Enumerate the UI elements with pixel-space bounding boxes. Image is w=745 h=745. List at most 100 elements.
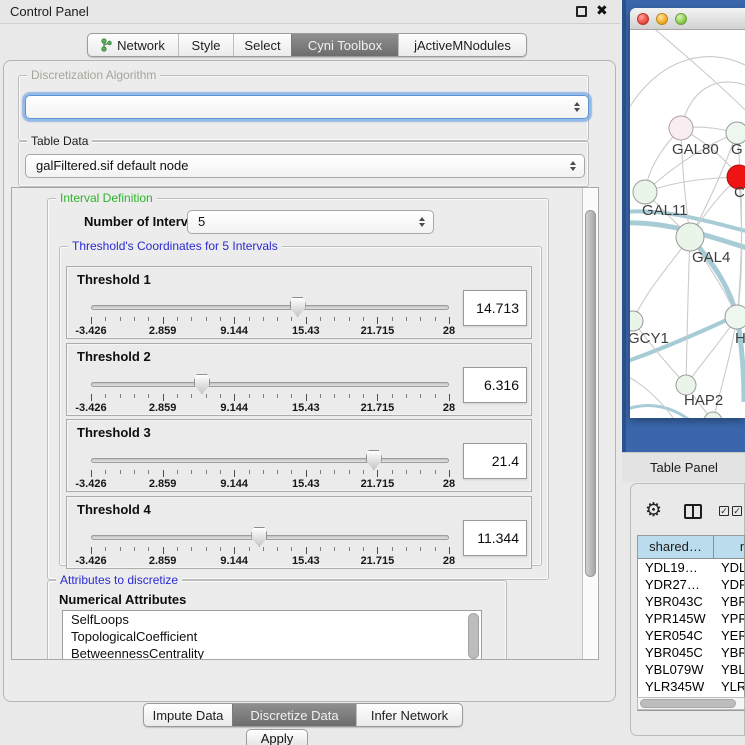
network-node-label: GAL80 xyxy=(672,141,719,158)
table-row[interactable]: YBL079WYBL0 xyxy=(638,661,744,678)
column-header[interactable]: n xyxy=(714,536,745,559)
checkbox-icon[interactable]: ✓ xyxy=(719,506,729,516)
tick-label: 2.859 xyxy=(149,325,177,337)
tick-label: 28 xyxy=(443,402,455,414)
tab-style[interactable]: Style xyxy=(178,34,233,56)
table-row[interactable]: YBR045CYBR0 xyxy=(638,644,744,661)
column-header[interactable]: shared… xyxy=(638,536,714,559)
slider-ticks xyxy=(91,470,449,478)
apply-button[interactable]: Apply xyxy=(246,729,308,745)
threshold-label: Threshold 4 xyxy=(77,502,151,517)
slider-track[interactable] xyxy=(91,458,449,463)
threshold-value-field[interactable]: 14.713 xyxy=(463,290,527,326)
close-icon[interactable]: ✖ xyxy=(596,2,608,19)
control-panel-title: Control Panel xyxy=(10,4,89,19)
attribute-list-item[interactable]: SelfLoops xyxy=(63,611,481,628)
slider-track[interactable] xyxy=(91,382,449,387)
slider-thumb[interactable] xyxy=(194,374,210,394)
table-cell: YBR043C xyxy=(638,593,714,610)
network-canvas[interactable]: GAL80GCGAL11GAL4GCY1HHAP2 xyxy=(630,30,745,418)
bottom-tab-infer-network[interactable]: Infer Network xyxy=(356,704,462,726)
discretization-algorithm-group-label: Discretization Algorithm xyxy=(27,68,160,82)
algorithm-combobox[interactable] xyxy=(25,95,589,119)
numerical-attributes-list[interactable]: SelfLoopsTopologicalCoefficientBetweenne… xyxy=(62,610,482,660)
table-row[interactable]: YLR345WYLR3 xyxy=(638,678,744,695)
network-edge[interactable] xyxy=(737,133,742,317)
tab-label: Style xyxy=(192,38,221,53)
tab-select[interactable]: Select xyxy=(233,34,291,56)
network-edge-highlighted[interactable] xyxy=(630,406,692,418)
tab-cyni-toolbox[interactable]: Cyni Toolbox xyxy=(291,34,398,56)
network-node-gcy1[interactable] xyxy=(630,311,643,331)
slider-thumb[interactable] xyxy=(251,527,267,547)
network-node-gal11[interactable] xyxy=(633,180,657,204)
window-close-traffic-icon[interactable] xyxy=(637,13,649,25)
network-edge[interactable] xyxy=(686,237,690,385)
attribute-list-item[interactable]: BetweennessCentrality xyxy=(63,645,481,660)
table-cell: YDL1 xyxy=(714,559,745,576)
tab-label: Network xyxy=(117,38,165,53)
number-of-intervals-combobox[interactable]: 5 xyxy=(187,210,434,234)
table-cell: YPR145W xyxy=(638,610,714,627)
window-zoom-traffic-icon[interactable] xyxy=(675,13,687,25)
slider-thumb[interactable] xyxy=(290,297,306,317)
network-node-label: G xyxy=(731,141,743,158)
vertical-scrollbar-thumb[interactable] xyxy=(585,210,596,577)
slider-thumb[interactable] xyxy=(366,450,382,470)
slider-track[interactable] xyxy=(91,535,449,540)
table-data-value: galFiltered.sif default node xyxy=(36,155,188,177)
combo-arrows-icon xyxy=(574,102,580,112)
threshold-value-field[interactable]: 6.316 xyxy=(463,367,527,403)
list-scrollbar-thumb[interactable] xyxy=(468,613,479,659)
table-cell: YBR0 xyxy=(714,593,745,610)
table-row[interactable]: YPR145WYPR1 xyxy=(638,610,744,627)
table-row[interactable]: YDL19…YDL1 xyxy=(638,559,744,576)
horizontal-scrollbar[interactable] xyxy=(637,697,745,710)
bottom-tab-discretize-data[interactable]: Discretize Data xyxy=(232,704,356,726)
network-node-gal4[interactable] xyxy=(676,223,704,251)
threshold-value-field[interactable]: 11.344 xyxy=(463,520,527,556)
split-columns-icon[interactable] xyxy=(684,504,702,519)
tick-label: 2.859 xyxy=(149,555,177,567)
table-row[interactable]: YBR043CYBR0 xyxy=(638,593,744,610)
network-edge[interactable] xyxy=(633,237,690,321)
network-node-label: GAL4 xyxy=(692,249,730,266)
bottom-tab-impute-data[interactable]: Impute Data xyxy=(144,704,232,726)
attribute-list-item[interactable]: TopologicalCoefficient xyxy=(63,628,481,645)
network-edge[interactable] xyxy=(630,375,675,418)
control-panel-tab-bar: Network Style Select Cyni Toolbox jActiveMNo… xyxy=(87,33,527,57)
threshold-panel-3: Threshold 3-3.4262.8599.14415.4321.71528… xyxy=(66,419,532,492)
gear-icon[interactable]: ⚙ xyxy=(645,501,662,520)
tab-label: Cyni Toolbox xyxy=(308,38,382,53)
table-cell: YLR3 xyxy=(714,678,745,695)
tab-label: Discretize Data xyxy=(250,708,338,723)
slider-tick-labels: -3.4262.8599.14415.4321.71528 xyxy=(91,555,449,567)
slider-ticks xyxy=(91,394,449,402)
slider-tick-labels: -3.4262.8599.14415.4321.71528 xyxy=(91,478,449,490)
tab-jactivemnodules[interactable]: jActiveMNodules xyxy=(398,34,526,56)
slider-track[interactable] xyxy=(91,305,449,310)
checkbox-icon[interactable]: ✓ xyxy=(732,506,742,516)
tick-label: 28 xyxy=(443,478,455,490)
threshold-value-field[interactable]: 21.4 xyxy=(463,443,527,479)
tick-label: -3.426 xyxy=(75,402,106,414)
bottom-tab-bar: Impute Data Discretize Data Infer Network xyxy=(143,703,463,727)
table-row[interactable]: YER054CYER0 xyxy=(638,627,744,644)
network-window-titlebar[interactable] xyxy=(630,8,745,30)
tick-label: 9.144 xyxy=(220,478,248,490)
network-edge[interactable] xyxy=(630,57,745,115)
float-window-icon[interactable] xyxy=(576,6,587,17)
window-minimize-traffic-icon[interactable] xyxy=(656,13,668,25)
node-attribute-table: shared…nYDL19…YDL1YDR27…YDR2YBR043CYBR0Y… xyxy=(637,535,745,711)
table-cell: YDR2 xyxy=(714,576,745,593)
table-cell: YPR1 xyxy=(714,610,745,627)
network-node-label: GCY1 xyxy=(630,330,669,347)
table-cell: YBR045C xyxy=(638,644,714,661)
network-node-gal80[interactable] xyxy=(669,116,693,140)
horizontal-scrollbar-thumb[interactable] xyxy=(640,699,736,708)
network-node-h[interactable] xyxy=(725,305,745,329)
table-row[interactable]: YDR27…YDR2 xyxy=(638,576,744,593)
table-data-combobox[interactable]: galFiltered.sif default node xyxy=(25,154,585,178)
tab-network[interactable]: Network xyxy=(88,34,178,56)
vertical-scrollbar[interactable] xyxy=(582,188,598,659)
